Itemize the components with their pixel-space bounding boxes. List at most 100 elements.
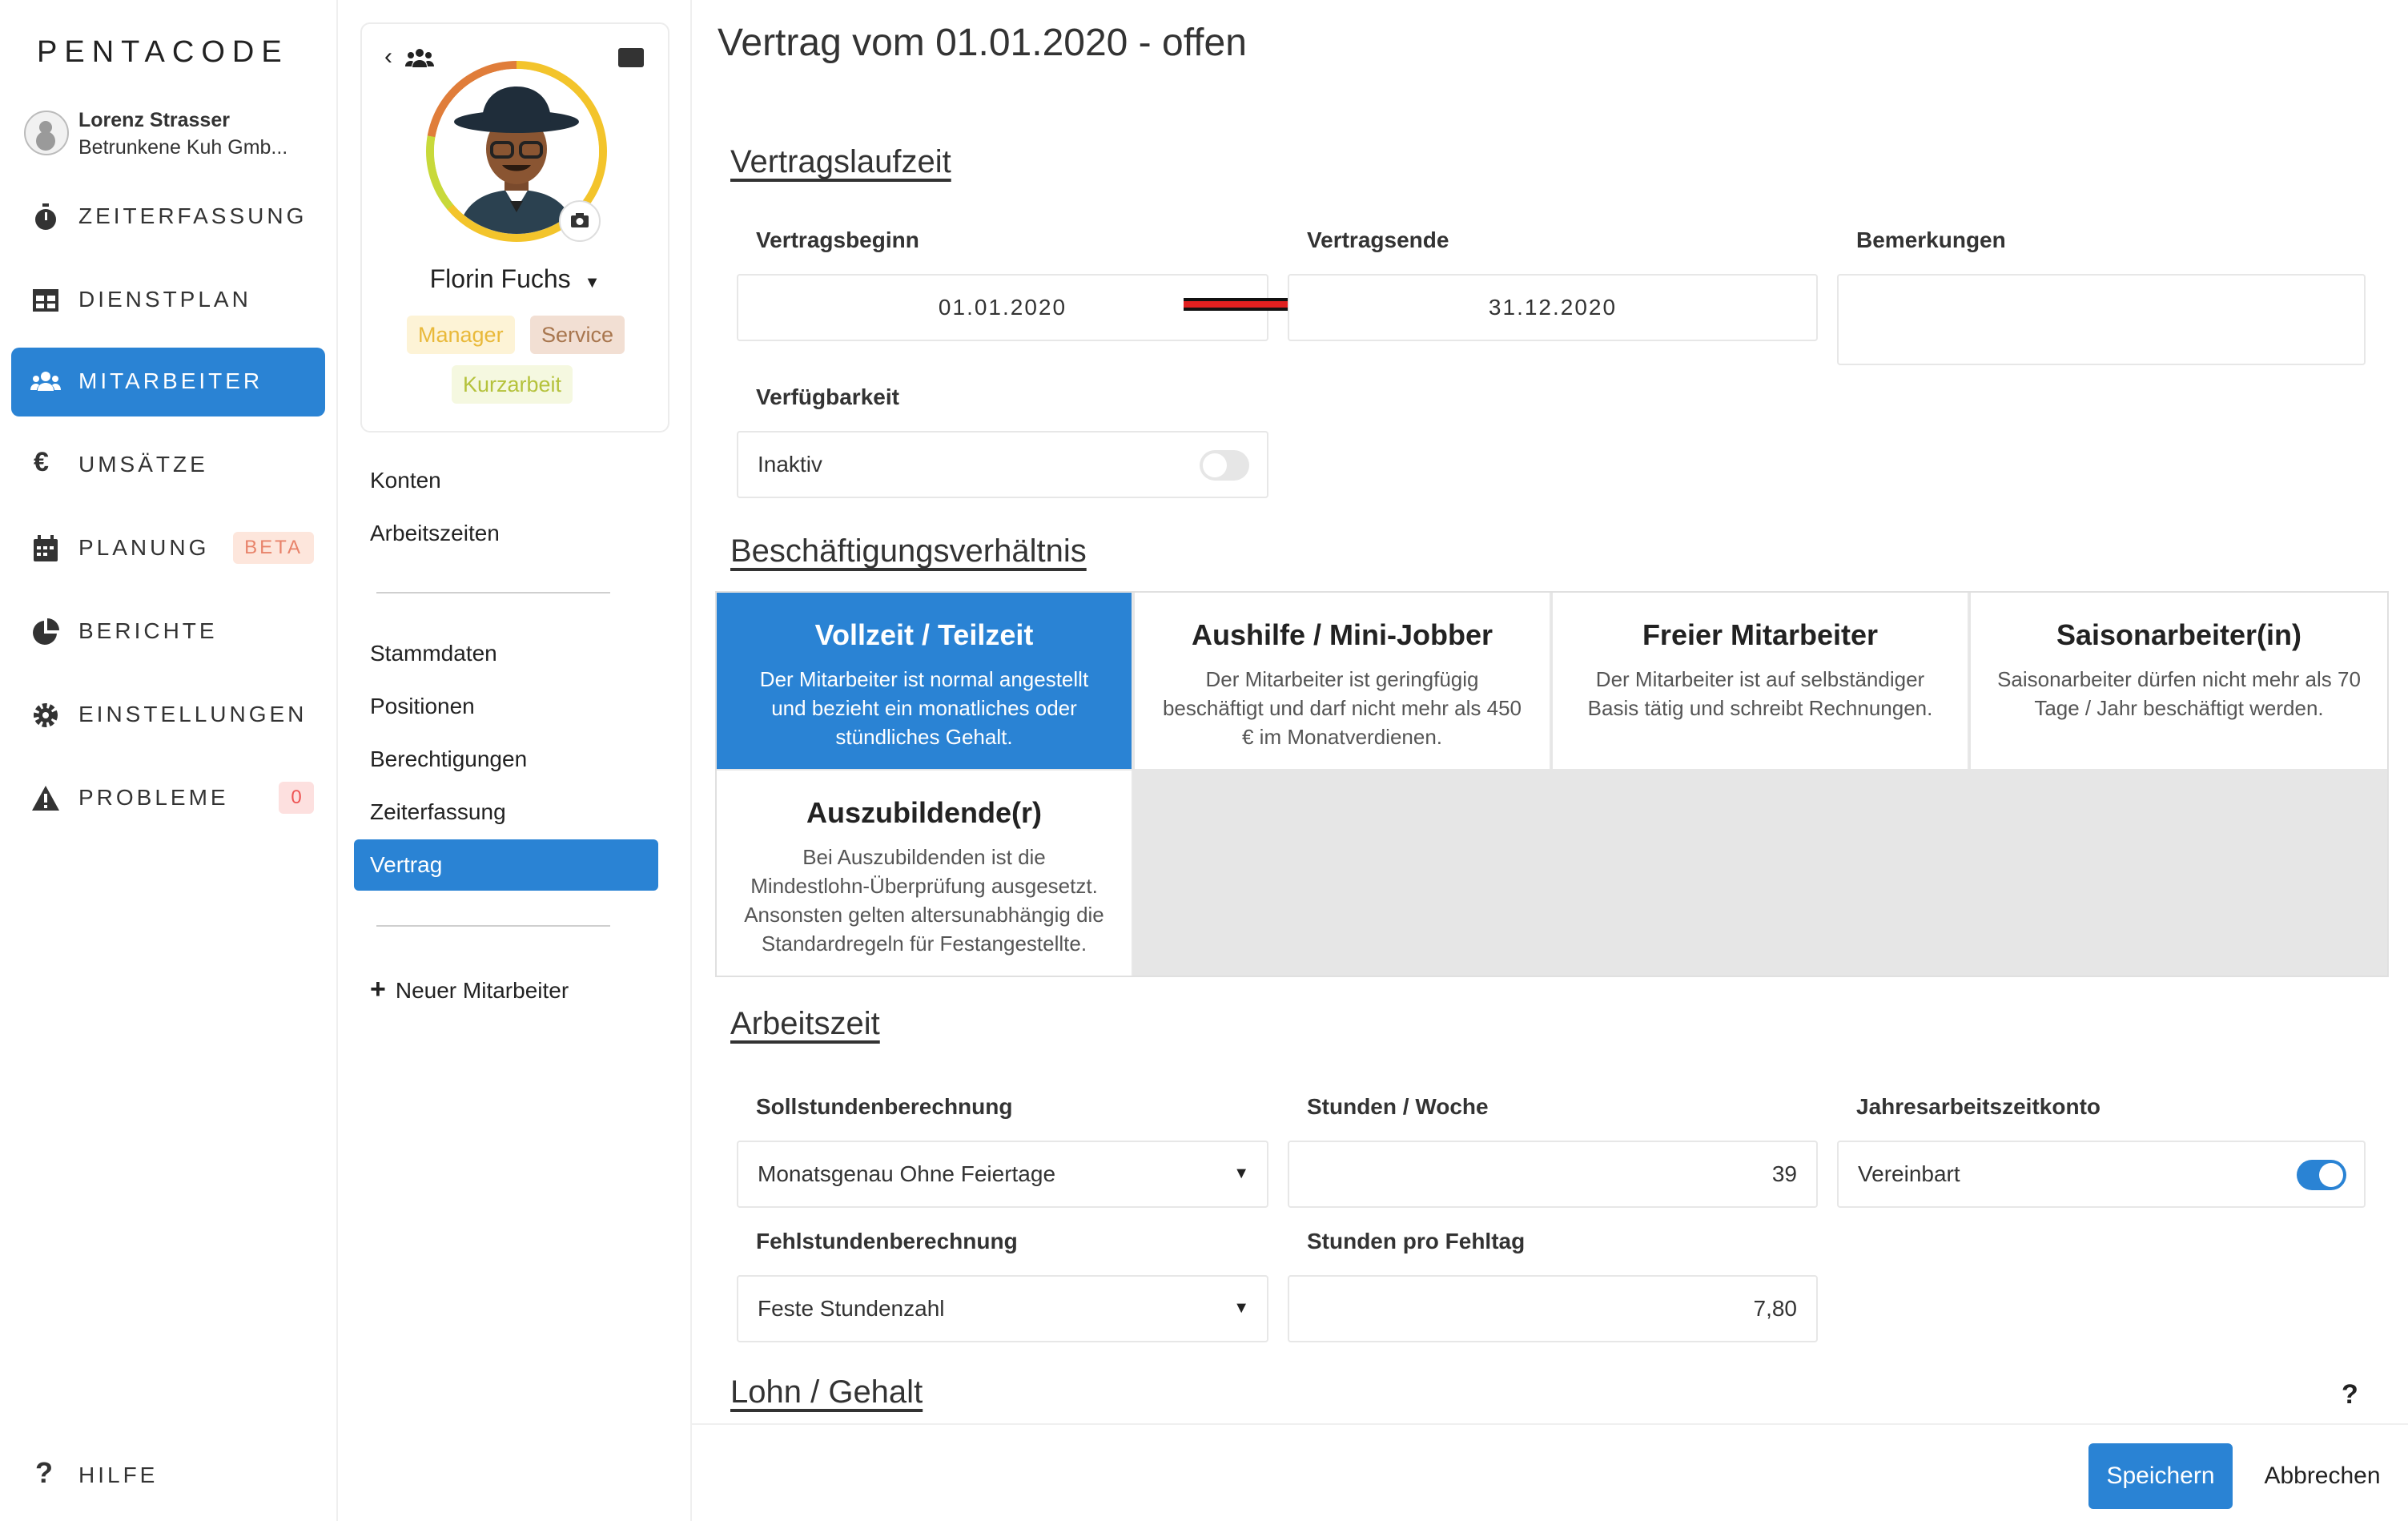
type-title: Auszubildende(r) — [806, 796, 1042, 829]
main-navigation: PENTACODE Lorenz Strasser Betrunkene Kuh… — [0, 0, 338, 1521]
employees-list-icon[interactable] — [404, 46, 436, 69]
tag-manager: Manager — [407, 316, 515, 354]
fehlstunden-value: Feste Stundenzahl — [758, 1296, 945, 1321]
verfuegbarkeit-field: Inaktiv — [737, 431, 1268, 498]
verfuegbarkeit-value: Inaktiv — [758, 452, 822, 477]
label-bemerkungen: Bemerkungen — [1856, 227, 2006, 252]
id-card-icon[interactable] — [618, 48, 644, 67]
gear-icon — [34, 703, 58, 727]
link-konten[interactable]: Konten — [370, 468, 441, 493]
sollstunden-value: Monatsgenau Ohne Feiertage — [758, 1161, 1056, 1186]
employee-name: Florin Fuchs — [429, 264, 571, 293]
link-stammdaten[interactable]: Stammdaten — [370, 641, 497, 666]
type-desc: Der Mitarbeiter ist auf selbständiger Ba… — [1587, 667, 1933, 720]
calendar-icon — [34, 535, 58, 561]
pie-chart-icon — [33, 618, 59, 645]
nav-item-mitarbeiter[interactable]: MITARBEITER — [11, 348, 325, 416]
help-icon: ? — [35, 1456, 53, 1489]
beta-badge: BETA — [233, 532, 314, 564]
camera-icon[interactable] — [559, 200, 601, 242]
employee-name-dropdown[interactable]: Florin Fuchs ▼ — [362, 264, 668, 294]
nav-item-planung[interactable]: PLANUNG BETA — [11, 514, 325, 583]
select-arrow-icon: ▼ — [1233, 1165, 1249, 1182]
type-freier-mitarbeiter[interactable]: Freier Mitarbeiter Der Mitarbeiter ist a… — [1553, 593, 1969, 769]
label-fehlstunden: Fehlstundenberechnung — [756, 1229, 1018, 1253]
user-profile[interactable]: Lorenz Strasser Betrunkene Kuh Gmb... — [22, 106, 327, 162]
nav-item-probleme[interactable]: PROBLEME 0 — [11, 764, 325, 833]
divider — [376, 925, 610, 927]
type-saisonarbeiter[interactable]: Saisonarbeiter(in) Saisonarbeiter dürfen… — [1971, 593, 2387, 769]
page-title: Vertrag vom 01.01.2020 - offen — [718, 22, 1247, 64]
bemerkungen-textarea[interactable] — [1837, 274, 2366, 365]
footer-divider — [692, 1423, 2408, 1425]
type-title: Aushilfe / Mini-Jobber — [1191, 618, 1493, 651]
nav-item-dienstplan[interactable]: DIENSTPLAN — [11, 266, 325, 335]
user-avatar-icon — [24, 111, 69, 155]
nav-item-hilfe[interactable]: ? HILFE — [11, 1442, 325, 1511]
users-icon — [30, 372, 61, 391]
help-question-icon[interactable]: ? — [2342, 1379, 2358, 1410]
employee-panel: ‹ Florin Fuchs ▼ Manager Service Kurzarb… — [336, 0, 692, 1521]
section-arbeitszeit: Arbeitszeit — [730, 1006, 880, 1041]
label-vertragsende: Vertragsende — [1307, 227, 1449, 252]
label-jahresarbeitszeitkonto: Jahresarbeitszeitkonto — [1856, 1094, 2100, 1119]
nav-label: BERICHTE — [78, 618, 218, 643]
label-sollstunden: Sollstundenberechnung — [756, 1094, 1013, 1119]
caret-down-icon: ▼ — [584, 274, 601, 292]
type-title: Saisonarbeiter(in) — [2056, 618, 2302, 651]
user-company: Betrunkene Kuh Gmb... — [78, 136, 288, 159]
stunden-fehltag-input[interactable]: 7,80 — [1288, 1275, 1818, 1342]
label-verfuegbarkeit: Verfügbarkeit — [756, 384, 899, 409]
nav-item-berichte[interactable]: BERICHTE — [11, 598, 325, 666]
link-berechtigungen[interactable]: Berechtigungen — [370, 746, 527, 772]
nav-label: PROBLEME — [78, 785, 229, 810]
nav-label: ZEITERFASSUNG — [78, 203, 308, 228]
jahresarbeitszeitkonto-value: Vereinbart — [1858, 1161, 1960, 1186]
nav-label: EINSTELLUNGEN — [78, 702, 308, 726]
link-zeiterfassung[interactable]: Zeiterfassung — [370, 799, 506, 825]
type-auszubildende[interactable]: Auszubildende(r) Bei Auszubildenden ist … — [717, 771, 1133, 976]
tag-service: Service — [530, 316, 625, 354]
stunden-woche-value: 39 — [1771, 1161, 1797, 1186]
type-title: Vollzeit / Teilzeit — [814, 618, 1034, 651]
problem-count-badge: 0 — [279, 782, 314, 814]
new-employee-link[interactable]: + Neuer Mitarbeiter — [370, 974, 569, 1005]
label-vertragsbeginn: Vertragsbeginn — [756, 227, 919, 252]
type-desc: Saisonarbeiter dürfen nicht mehr als 70 … — [1997, 667, 2361, 720]
stunden-woche-input[interactable]: 39 — [1288, 1141, 1818, 1208]
sollstunden-select[interactable]: Monatsgenau Ohne Feiertage ▼ — [737, 1141, 1268, 1208]
employee-card: ‹ Florin Fuchs ▼ Manager Service Kurzarb… — [360, 22, 669, 433]
type-title: Freier Mitarbeiter — [1642, 618, 1879, 651]
table-icon — [33, 289, 58, 312]
nav-item-einstellungen[interactable]: EINSTELLUNGEN — [11, 681, 325, 750]
contract-form: Vertrag vom 01.01.2020 - offen Vertragsl… — [692, 0, 2408, 1521]
cancel-button[interactable]: Abbrechen — [2258, 1443, 2386, 1509]
save-button[interactable]: Speichern — [2088, 1443, 2233, 1509]
type-aushilfe[interactable]: Aushilfe / Mini-Jobber Der Mitarbeiter i… — [1135, 593, 1551, 769]
section-beschaeftigung: Beschäftigungsverhältnis — [730, 533, 1087, 569]
stopwatch-icon — [35, 203, 56, 230]
label-stunden-woche: Stunden / Woche — [1307, 1094, 1489, 1119]
plus-icon: + — [370, 974, 386, 1004]
nav-item-zeiterfassung[interactable]: ZEITERFASSUNG — [11, 183, 325, 251]
link-vertrag[interactable]: Vertrag — [354, 839, 658, 891]
jahresarbeitszeitkonto-toggle[interactable] — [2297, 1160, 2346, 1190]
verfuegbarkeit-toggle[interactable] — [1200, 450, 1249, 481]
link-positionen[interactable]: Positionen — [370, 694, 475, 719]
employment-type-grid: Vollzeit / Teilzeit Der Mitarbeiter ist … — [715, 591, 2389, 977]
section-lohn-gehalt: Lohn / Gehalt — [730, 1374, 923, 1410]
link-arbeitszeiten[interactable]: Arbeitszeiten — [370, 521, 500, 546]
label-stunden-fehltag: Stunden pro Fehltag — [1307, 1229, 1526, 1253]
back-icon[interactable]: ‹ — [384, 43, 392, 70]
new-employee-label: Neuer Mitarbeiter — [395, 978, 569, 1003]
type-vollzeit[interactable]: Vollzeit / Teilzeit Der Mitarbeiter ist … — [717, 593, 1133, 769]
stunden-fehltag-value: 7,80 — [1753, 1296, 1798, 1321]
nav-item-umsaetze[interactable]: € UMSÄTZE — [11, 431, 325, 500]
type-desc: Der Mitarbeiter ist geringfügig beschäft… — [1162, 667, 1522, 749]
vertragsende-field[interactable]: 31.12.2020 — [1288, 274, 1818, 341]
divider — [376, 592, 610, 594]
jahresarbeitszeitkonto-field: Vereinbart — [1837, 1141, 2366, 1208]
fehlstunden-select[interactable]: Feste Stundenzahl ▼ — [737, 1275, 1268, 1342]
nav-label: UMSÄTZE — [78, 452, 208, 477]
select-arrow-icon: ▼ — [1233, 1299, 1249, 1317]
